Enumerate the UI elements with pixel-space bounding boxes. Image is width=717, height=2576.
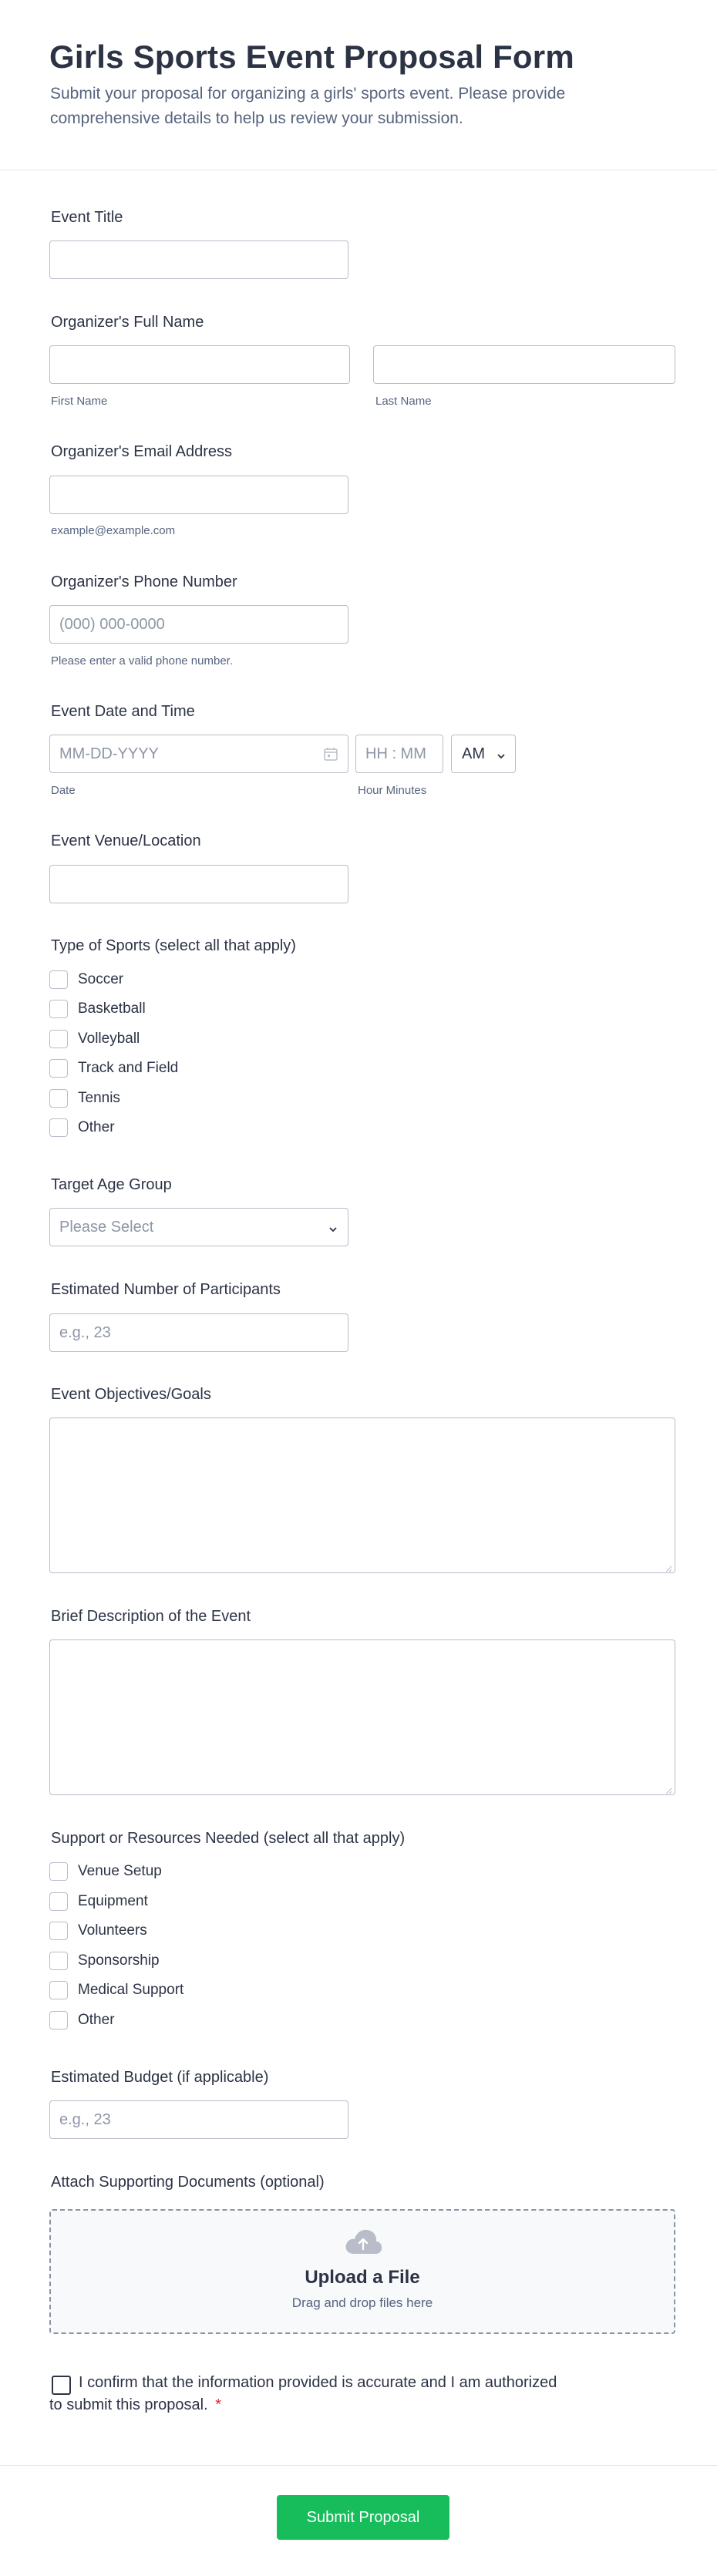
checkbox[interactable] [49,1059,68,1078]
checkbox[interactable] [49,970,68,989]
description-textarea[interactable] [49,1639,675,1795]
submit-proposal-button[interactable]: Submit Proposal [277,2495,449,2540]
first-name-input[interactable] [49,345,350,384]
venue-label: Event Venue/Location [51,832,201,849]
checkbox[interactable] [49,1118,68,1137]
resize-grip-icon[interactable] [665,1784,672,1794]
date-placeholder: MM-DD-YYYY [59,745,159,762]
resources-option-sponsorship[interactable]: Sponsorship [49,1951,160,1971]
upload-subtitle: Drag and drop files here [291,2295,433,2310]
form-title: Girls Sports Event Proposal Form [49,39,574,75]
cloud-upload-icon [344,2228,382,2259]
checkbox[interactable] [49,2011,68,2030]
chevron-down-icon [328,1222,338,1239]
phone-label: Organizer's Phone Number [51,573,237,590]
checkbox[interactable] [49,1981,68,1999]
sports-label: Type of Sports (select all that apply) [51,937,296,954]
resources-option-volunteers[interactable]: Volunteers [49,1921,147,1941]
phone-sublabel: Please enter a valid phone number. [51,654,233,668]
phone-placeholder: (000) 000-0000 [59,616,165,633]
email-input[interactable] [49,476,348,514]
resize-grip-icon[interactable] [665,1562,672,1572]
budget-label: Estimated Budget (if applicable) [51,2069,269,2086]
participants-input[interactable]: e.g., 23 [49,1313,348,1352]
time-placeholder: HH : MM [365,745,426,762]
required-asterisk: * [215,2396,222,2413]
datetime-label: Event Date and Time [51,703,195,720]
phone-input[interactable]: (000) 000-0000 [49,605,348,644]
age-group-select[interactable]: Please Select [49,1208,348,1246]
date-sublabel: Date [51,784,76,797]
description-label: Brief Description of the Event [51,1608,251,1625]
checkbox[interactable] [49,1892,68,1911]
resources-option-equipment[interactable]: Equipment [49,1892,148,1912]
email-sublabel: example@example.com [51,524,176,537]
sports-option-soccer[interactable]: Soccer [49,970,123,990]
age-group-placeholder: Please Select [59,1219,154,1236]
checkbox[interactable] [49,1922,68,1940]
confirm-text-line1: I confirm that the information provided … [79,2374,557,2391]
participants-label: Estimated Number of Participants [51,1281,281,1298]
resources-option-venue-setup[interactable]: Venue Setup [49,1861,162,1882]
last-name-input[interactable] [373,345,675,384]
calendar-icon[interactable] [323,746,338,762]
event-title-label: Event Title [51,209,123,226]
resources-option-medical-support[interactable]: Medical Support [49,1980,183,2000]
budget-input[interactable]: e.g., 23 [49,2100,348,2139]
checkbox[interactable] [49,1000,68,1018]
checkbox[interactable] [49,1952,68,1970]
confirm-checkbox[interactable] [52,2376,71,2395]
documents-label: Attach Supporting Documents (optional) [51,2174,325,2191]
age-group-label: Target Age Group [51,1176,172,1193]
email-label: Organizer's Email Address [51,443,233,460]
confirm-text-line2-wrap: to submit this proposal. * [49,2396,221,2414]
footer-divider [0,2465,717,2466]
checkbox[interactable] [49,1030,68,1048]
first-name-sublabel: First Name [51,395,108,408]
chevron-down-icon [496,748,507,766]
event-title-input[interactable] [49,240,348,279]
last-name-sublabel: Last Name [375,395,432,408]
ampm-select[interactable]: AM [451,735,516,773]
time-sublabel: Hour Minutes [358,784,427,797]
upload-title: Upload a File [305,2267,420,2288]
sports-option-volleyball[interactable]: Volleyball [49,1029,140,1049]
form-header: Girls Sports Event Proposal Form Submit … [0,0,717,170]
venue-input[interactable] [49,865,348,903]
file-upload-dropzone[interactable]: Upload a File Drag and drop files here [49,2209,675,2334]
ampm-value: AM [462,745,485,762]
objectives-label: Event Objectives/Goals [51,1386,211,1403]
sports-option-other[interactable]: Other [49,1118,115,1138]
budget-placeholder: e.g., 23 [59,2111,111,2128]
participants-placeholder: e.g., 23 [59,1324,111,1341]
resources-option-other[interactable]: Other [49,2010,115,2030]
resources-label: Support or Resources Needed (select all … [51,1830,406,1847]
date-input[interactable]: MM-DD-YYYY [49,735,348,773]
form-subtitle: Submit your proposal for organizing a gi… [50,85,566,127]
objectives-textarea[interactable] [49,1417,675,1573]
checkbox[interactable] [49,1089,68,1108]
confirm-text-line2: to submit this proposal. [49,2396,208,2413]
sports-option-track-and-field[interactable]: Track and Field [49,1058,178,1078]
checkbox[interactable] [49,1862,68,1881]
time-input[interactable]: HH : MM [355,735,443,773]
sports-option-basketball[interactable]: Basketball [49,999,146,1019]
sports-option-tennis[interactable]: Tennis [49,1088,120,1108]
organizer-name-label: Organizer's Full Name [51,314,204,331]
